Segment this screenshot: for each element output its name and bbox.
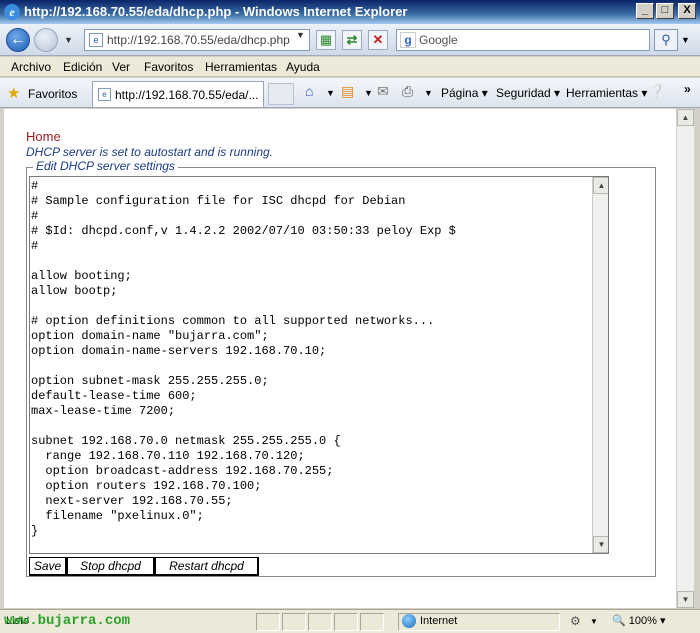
status-cell: [360, 613, 384, 631]
tab-title: http://192.168.70.55/eda/...: [115, 88, 259, 102]
refresh-icon[interactable]: ⇄: [342, 30, 362, 50]
menu-herramientas[interactable]: Herramientas: [205, 60, 277, 74]
menu-ver[interactable]: Ver: [112, 60, 130, 74]
security-zone: Internet: [402, 614, 457, 628]
tools-menu[interactable]: Herramientas ▾: [566, 86, 647, 100]
menu-edicion[interactable]: Edición: [63, 60, 102, 74]
address-text: http://192.168.70.55/eda/dhcp.php: [107, 33, 290, 47]
print-icon[interactable]: ⎙: [402, 83, 413, 100]
dhcp-status-message: DHCP server is set to autostart and is r…: [26, 145, 273, 159]
close-button[interactable]: X: [678, 3, 696, 19]
title-bar: e http://192.168.70.55/eda/dhcp.php - Wi…: [0, 0, 700, 24]
favorites-bar: ★ Favoritos e http://192.168.70.55/eda/.…: [0, 78, 700, 108]
dhcp-settings-fieldset: Edit DHCP server settings # # Sample con…: [26, 159, 656, 577]
search-input[interactable]: g Google: [396, 29, 650, 51]
ie-logo-icon: e: [4, 4, 20, 20]
home-icon[interactable]: ⌂: [305, 83, 313, 99]
security-menu-label: Seguridad: [496, 86, 551, 100]
favorites-star-icon[interactable]: ★: [7, 84, 20, 102]
textarea-scroll-up-icon[interactable]: ▲: [593, 177, 608, 194]
page-scrollbar[interactable]: ▲ ▼: [676, 109, 694, 608]
browser-tab[interactable]: e http://192.168.70.55/eda/...: [92, 81, 264, 107]
status-cell: [334, 613, 358, 631]
textarea-scrollbar[interactable]: ▲ ▼: [592, 177, 608, 553]
config-textarea[interactable]: # # Sample configuration file for ISC dh…: [29, 176, 609, 554]
mail-icon[interactable]: ✉: [377, 83, 389, 100]
zoom-control[interactable]: 🔍 100% ▾: [612, 614, 665, 627]
menu-archivo[interactable]: Archivo: [11, 60, 51, 74]
tab-page-icon: e: [98, 88, 111, 101]
recent-pages-dropdown-icon[interactable]: ▼: [64, 35, 73, 45]
window-controls: _ □ X: [636, 3, 696, 19]
forward-button[interactable]: →: [34, 28, 58, 52]
tools-menu-label: Herramientas: [566, 86, 639, 100]
back-button[interactable]: ←: [6, 28, 30, 52]
search-placeholder: Google: [419, 33, 458, 47]
address-dropdown-icon[interactable]: ▼: [296, 30, 305, 40]
textarea-scroll-down-icon[interactable]: ▼: [593, 536, 608, 553]
stop-dhcpd-button[interactable]: Stop dhcpd: [67, 557, 155, 576]
menu-favoritos[interactable]: Favoritos: [144, 60, 193, 74]
address-input[interactable]: e http://192.168.70.55/eda/dhcp.php: [84, 29, 310, 51]
window-title: http://192.168.70.55/eda/dhcp.php - Wind…: [24, 4, 408, 19]
feeds-dropdown-icon[interactable]: ▼: [364, 88, 373, 98]
feeds-icon[interactable]: ▤: [341, 83, 354, 100]
help-icon[interactable]: ❔: [648, 83, 665, 100]
home-dropdown-icon[interactable]: ▼: [326, 88, 335, 98]
restart-dhcpd-button[interactable]: Restart dhcpd: [155, 557, 259, 576]
maximize-button[interactable]: □: [656, 3, 674, 19]
page-scroll-down-icon[interactable]: ▼: [677, 591, 694, 608]
compatibility-view-icon[interactable]: ▦: [316, 30, 336, 50]
page-viewport: Home DHCP server is set to autostart and…: [4, 109, 676, 608]
print-dropdown-icon[interactable]: ▼: [424, 88, 433, 98]
minimize-button[interactable]: _: [636, 3, 654, 19]
config-text: # # Sample configuration file for ISC dh…: [31, 179, 456, 538]
protected-mode-icon[interactable]: ⚙: [570, 614, 581, 628]
menu-bar: Archivo Edición Ver Favoritos Herramient…: [0, 57, 700, 77]
status-cell: [256, 613, 280, 631]
stop-icon[interactable]: ✕: [368, 30, 388, 50]
page-menu[interactable]: Página ▾: [441, 86, 488, 100]
page-icon: e: [89, 33, 103, 47]
protected-mode-dropdown-icon[interactable]: ▼: [590, 617, 598, 626]
status-cell: [308, 613, 332, 631]
page-scroll-up-icon[interactable]: ▲: [677, 109, 694, 126]
search-button[interactable]: ⚲: [654, 29, 678, 51]
fieldset-legend: Edit DHCP server settings: [33, 159, 178, 173]
address-toolbar: ← → ▼ e http://192.168.70.55/eda/dhcp.ph…: [0, 24, 700, 56]
google-icon: g: [400, 32, 416, 48]
favorites-button[interactable]: Favoritos: [28, 87, 77, 101]
zoom-level: 100%: [628, 615, 657, 627]
page-menu-label: Página: [441, 86, 479, 100]
home-link[interactable]: Home: [26, 129, 61, 144]
search-options-dropdown-icon[interactable]: ▼: [681, 35, 690, 45]
action-buttons: Save Stop dhcpd Restart dhcpd: [29, 557, 259, 576]
new-tab-button[interactable]: [268, 83, 294, 105]
menu-ayuda[interactable]: Ayuda: [286, 60, 320, 74]
status-cell: [282, 613, 306, 631]
watermark: www.bujarra.com: [4, 613, 131, 629]
more-chevron-icon[interactable]: »: [684, 82, 691, 96]
zone-label: Internet: [420, 614, 458, 627]
globe-icon: [402, 614, 416, 628]
save-button[interactable]: Save: [29, 557, 67, 576]
security-menu[interactable]: Seguridad ▾: [496, 86, 560, 100]
